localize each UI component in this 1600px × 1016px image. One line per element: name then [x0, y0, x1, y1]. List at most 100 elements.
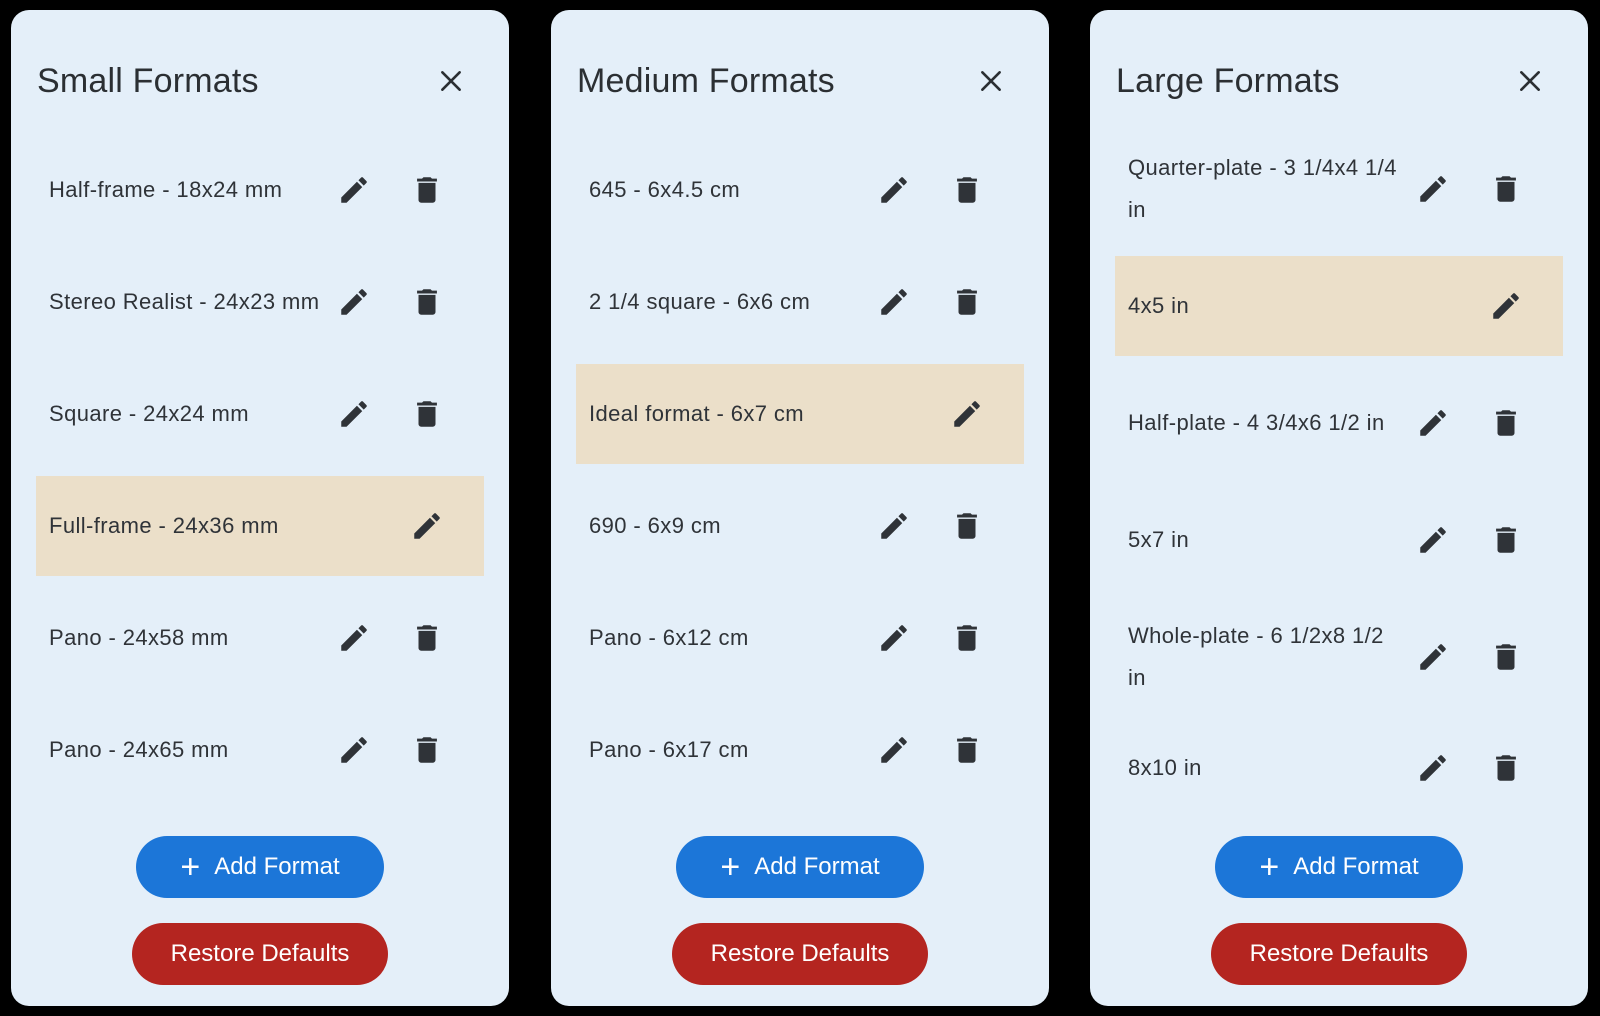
- format-label: 690 - 6x9 cm: [589, 513, 721, 538]
- delete-button[interactable]: [405, 392, 449, 436]
- format-label: 8x10 in: [1128, 755, 1202, 780]
- pencil-icon: [341, 737, 367, 763]
- delete-button[interactable]: [405, 616, 449, 660]
- pencil-icon: [1493, 293, 1519, 319]
- edit-button[interactable]: [872, 504, 916, 548]
- pencil-icon: [1420, 755, 1446, 781]
- restore-defaults-button[interactable]: Restore Defaults: [1211, 923, 1467, 985]
- list-item[interactable]: Half-frame - 18x24 mm: [36, 134, 484, 246]
- edit-button[interactable]: [1411, 635, 1455, 679]
- format-list: Half-frame - 18x24 mm Stereo Realist - 2…: [36, 134, 484, 806]
- list-item[interactable]: 8x10 in: [1115, 718, 1563, 818]
- pencil-icon: [881, 737, 907, 763]
- format-label: Pano - 6x17 cm: [589, 737, 749, 762]
- list-item[interactable]: Half-plate - 4 3/4x6 1/2 in: [1115, 362, 1563, 484]
- list-item-selected[interactable]: 4x5 in: [1115, 256, 1563, 356]
- close-button[interactable]: [1508, 59, 1552, 103]
- trash-icon: [417, 737, 437, 763]
- edit-button[interactable]: [1411, 746, 1455, 790]
- trash-icon: [957, 513, 977, 539]
- pencil-icon: [341, 625, 367, 651]
- list-item[interactable]: Whole-plate - 6 1/2x8 1/2 in: [1115, 596, 1563, 718]
- add-format-button[interactable]: + Add Format: [676, 836, 924, 898]
- add-format-button[interactable]: + Add Format: [136, 836, 384, 898]
- restore-defaults-button[interactable]: Restore Defaults: [132, 923, 388, 985]
- list-item[interactable]: Square - 24x24 mm: [36, 358, 484, 470]
- format-label: Half-plate - 4 3/4x6 1/2 in: [1128, 410, 1385, 435]
- trash-icon: [957, 737, 977, 763]
- pencil-icon: [881, 289, 907, 315]
- restore-defaults-button[interactable]: Restore Defaults: [672, 923, 928, 985]
- pencil-icon: [341, 289, 367, 315]
- delete-button[interactable]: [945, 168, 989, 212]
- add-format-button[interactable]: + Add Format: [1215, 836, 1463, 898]
- format-label: Ideal format - 6x7 cm: [589, 401, 805, 426]
- add-format-label: Add Format: [1293, 853, 1419, 880]
- pencil-icon: [881, 177, 907, 203]
- edit-button[interactable]: [332, 280, 376, 324]
- format-manager: Small Formats Half-frame - 18x24 mm Ster…: [0, 0, 1600, 1016]
- delete-button[interactable]: [405, 728, 449, 772]
- edit-button[interactable]: [405, 504, 449, 548]
- list-item[interactable]: 5x7 in: [1115, 484, 1563, 596]
- restore-defaults-label: Restore Defaults: [710, 940, 890, 967]
- edit-button[interactable]: [872, 728, 916, 772]
- delete-button[interactable]: [945, 728, 989, 772]
- trash-icon: [1496, 755, 1516, 781]
- trash-icon: [417, 401, 437, 427]
- delete-button[interactable]: [945, 616, 989, 660]
- edit-button[interactable]: [1411, 167, 1455, 211]
- format-label: Pano - 6x12 cm: [589, 625, 749, 650]
- edit-button[interactable]: [332, 168, 376, 212]
- edit-button[interactable]: [332, 616, 376, 660]
- list-item[interactable]: Stereo Realist - 24x23 mm: [36, 246, 484, 358]
- edit-button[interactable]: [332, 392, 376, 436]
- close-icon: [441, 71, 461, 91]
- edit-button[interactable]: [872, 616, 916, 660]
- edit-button[interactable]: [1411, 401, 1455, 445]
- edit-button[interactable]: [1484, 284, 1528, 328]
- edit-button[interactable]: [872, 280, 916, 324]
- list-item[interactable]: 690 - 6x9 cm: [576, 470, 1024, 582]
- delete-button[interactable]: [1484, 518, 1528, 562]
- delete-button[interactable]: [405, 280, 449, 324]
- delete-button[interactable]: [405, 168, 449, 212]
- close-button[interactable]: [429, 59, 473, 103]
- list-item[interactable]: 2 1/4 square - 6x6 cm: [576, 246, 1024, 358]
- delete-button[interactable]: [945, 504, 989, 548]
- list-item-selected[interactable]: Full-frame - 24x36 mm: [36, 476, 484, 576]
- format-label: Stereo Realist - 24x23 mm: [49, 289, 320, 314]
- delete-button[interactable]: [1484, 635, 1528, 679]
- pencil-icon: [954, 401, 980, 427]
- format-label: Pano - 24x65 mm: [49, 737, 229, 762]
- trash-icon: [957, 625, 977, 651]
- trash-icon: [1496, 176, 1516, 202]
- pencil-icon: [1420, 644, 1446, 670]
- format-label: 2 1/4 square - 6x6 cm: [589, 289, 811, 314]
- panel-medium-formats: Medium Formats 645 - 6x4.5 cm 2 1/4 squa…: [551, 10, 1049, 1006]
- edit-button[interactable]: [1411, 518, 1455, 562]
- close-button[interactable]: [969, 59, 1013, 103]
- edit-button[interactable]: [945, 392, 989, 436]
- delete-button[interactable]: [1484, 401, 1528, 445]
- panel-title: Large Formats: [1116, 61, 1340, 100]
- pencil-icon: [1420, 410, 1446, 436]
- pencil-icon: [881, 625, 907, 651]
- list-item[interactable]: Pano - 6x17 cm: [576, 694, 1024, 806]
- list-item[interactable]: Pano - 24x58 mm: [36, 582, 484, 694]
- list-item-selected[interactable]: Ideal format - 6x7 cm: [576, 364, 1024, 464]
- restore-defaults-label: Restore Defaults: [170, 940, 350, 967]
- list-item[interactable]: Pano - 24x65 mm: [36, 694, 484, 806]
- edit-button[interactable]: [332, 728, 376, 772]
- delete-button[interactable]: [945, 280, 989, 324]
- edit-button[interactable]: [872, 168, 916, 212]
- delete-button[interactable]: [1484, 746, 1528, 790]
- list-item[interactable]: 645 - 6x4.5 cm: [576, 134, 1024, 246]
- plus-icon: +: [1259, 848, 1280, 886]
- delete-button[interactable]: [1484, 167, 1528, 211]
- format-label: Whole-plate - 6 1/2x8 1/2 in: [1128, 623, 1384, 690]
- list-item[interactable]: Pano - 6x12 cm: [576, 582, 1024, 694]
- format-label: 4x5 in: [1128, 293, 1190, 318]
- trash-icon: [1496, 644, 1516, 670]
- list-item[interactable]: Quarter-plate - 3 1/4x4 1/4 in: [1115, 128, 1563, 250]
